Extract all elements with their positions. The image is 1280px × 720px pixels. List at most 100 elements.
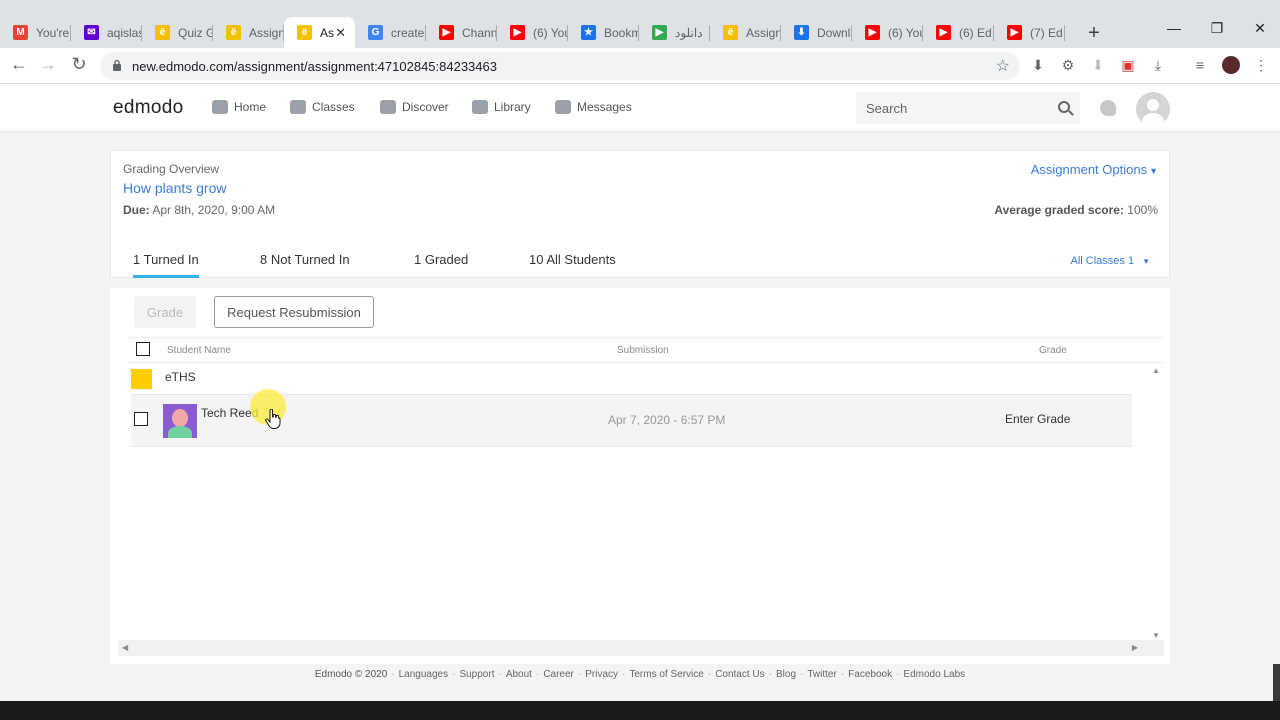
reload-button[interactable]: ↻: [67, 54, 91, 75]
footer-link[interactable]: Edmodo Labs: [903, 669, 965, 680]
submission-time: Apr 7, 2020 - 6:57 PM: [608, 413, 726, 427]
footer-separator: ·: [707, 669, 712, 680]
tab-not-turned-in[interactable]: 8 Not Turned In: [260, 252, 350, 267]
browser-tab[interactable]: ë As ✕: [284, 17, 355, 48]
notification-bell-icon[interactable]: [1100, 100, 1116, 116]
footer-link[interactable]: Blog: [776, 669, 796, 680]
horizontal-scrollbar[interactable]: ◀ ▶: [118, 640, 1164, 656]
browser-tab[interactable]: ▶ (6) You: [852, 17, 923, 48]
new-tab-button[interactable]: +: [1084, 22, 1104, 45]
scroll-down-icon[interactable]: ▼: [1152, 631, 1160, 640]
browser-tab[interactable]: ë Quiz G: [142, 17, 213, 48]
browser-tab[interactable]: M You're: [0, 17, 71, 48]
footer-separator: ·: [622, 669, 626, 680]
close-window-button[interactable]: ✕: [1250, 20, 1270, 37]
forward-button[interactable]: →: [36, 54, 60, 75]
browser-tab[interactable]: ▶ (6) Ed: [923, 17, 994, 48]
group-name: eTHS: [165, 370, 196, 384]
grading-overview-panel: Grading Overview How plants grow Due: Ap…: [110, 150, 1170, 278]
column-submission[interactable]: Submission: [617, 345, 669, 356]
search-icon[interactable]: [1058, 101, 1070, 113]
browser-tab[interactable]: ë Assign: [710, 17, 781, 48]
tab-title: Assign: [249, 25, 284, 40]
request-resubmission-button[interactable]: Request Resubmission: [214, 296, 374, 328]
nav-messages[interactable]: Messages: [555, 100, 632, 114]
assignment-options-dropdown[interactable]: Assignment Options ▼: [1031, 162, 1158, 177]
bookmark-star-icon[interactable]: ☆: [996, 56, 1010, 76]
edmodo-logo[interactable]: edmodo: [113, 97, 183, 119]
yahoo-mail-icon: ✉: [84, 25, 99, 40]
page-scrollbar-thumb[interactable]: [1273, 664, 1280, 701]
browser-tab[interactable]: ✉ aqislas: [71, 17, 142, 48]
nav-library[interactable]: Library: [472, 100, 531, 114]
tab-graded[interactable]: 1 Graded: [414, 252, 468, 267]
nav-discover[interactable]: Discover: [380, 100, 449, 114]
footer-copyright: Edmodo © 2020: [314, 669, 388, 680]
browser-tab[interactable]: ▶ دانلود: [639, 17, 710, 48]
minimize-button[interactable]: —: [1164, 20, 1184, 36]
tab-title: (6) Ed: [959, 25, 992, 40]
playlist-icon[interactable]: ≡: [1192, 57, 1208, 73]
footer-link[interactable]: Contact Us: [715, 669, 764, 680]
tab-all-students[interactable]: 10 All Students: [529, 252, 616, 267]
row-checkbox[interactable]: [134, 412, 148, 426]
tab-turned-in[interactable]: 1 Turned In: [133, 252, 199, 278]
scroll-right-icon[interactable]: ▶: [1132, 643, 1138, 652]
browser-tab[interactable]: ▶ (6) You: [497, 17, 568, 48]
nav-home[interactable]: Home: [212, 100, 266, 114]
tab-title: As: [320, 25, 335, 40]
close-tab-icon[interactable]: ✕: [335, 25, 346, 41]
group-color-badge: [131, 369, 152, 389]
chrome-menu-icon[interactable]: ⋮: [1253, 57, 1269, 73]
status-tabs: 1 Turned In 8 Not Turned In 1 Graded 10 …: [111, 247, 1169, 278]
footer-separator: ·: [896, 669, 900, 680]
nav-classes[interactable]: Classes: [290, 100, 355, 114]
footer-link[interactable]: About: [506, 669, 532, 680]
assignment-title[interactable]: How plants grow: [123, 180, 227, 196]
column-grade[interactable]: Grade: [1039, 345, 1067, 356]
downloads-icon[interactable]: ⤓: [1150, 57, 1166, 73]
tab-title: aqislas: [107, 25, 142, 40]
footer-link[interactable]: Privacy: [585, 669, 618, 680]
vertical-scrollbar[interactable]: ▲ ▼: [1148, 364, 1164, 640]
user-avatar[interactable]: [1136, 92, 1170, 126]
tab-title: You're: [36, 25, 70, 40]
download-ext-icon[interactable]: ⬇: [1030, 57, 1046, 73]
footer-link[interactable]: Twitter: [807, 669, 836, 680]
download-ext-icon[interactable]: ⬇: [1090, 57, 1106, 73]
browser-tab[interactable]: ▶ Chann: [426, 17, 497, 48]
due-label: Due:: [123, 203, 150, 217]
profile-avatar-icon[interactable]: [1222, 56, 1240, 74]
home-icon: [212, 100, 228, 114]
browser-tab[interactable]: ★ Bookm: [568, 17, 639, 48]
footer-link[interactable]: Facebook: [848, 669, 892, 680]
lock-icon: [113, 59, 121, 71]
footer-separator: ·: [391, 669, 395, 680]
footer-link[interactable]: Career: [543, 669, 574, 680]
class-filter-dropdown[interactable]: All Classes 1 ▼: [1071, 255, 1151, 267]
browser-tab[interactable]: ë Assign: [213, 17, 284, 48]
browser-tab[interactable]: ⬇ Downl: [781, 17, 852, 48]
restore-button[interactable]: ❐: [1207, 20, 1227, 37]
back-button[interactable]: ←: [7, 54, 31, 75]
browser-tab[interactable]: ▶ (7) Ed: [994, 17, 1065, 48]
column-student-name[interactable]: Student Name: [167, 345, 231, 356]
tab-title: Quiz G: [178, 25, 213, 40]
extension-gear-icon[interactable]: ⚙: [1060, 57, 1076, 73]
scroll-left-icon[interactable]: ◀: [122, 643, 128, 652]
scroll-up-icon[interactable]: ▲: [1152, 366, 1160, 375]
select-all-checkbox[interactable]: [136, 342, 150, 356]
tab-title: (6) You: [533, 25, 568, 40]
url-bar[interactable]: new.edmodo.com/assignment/assignment:471…: [100, 52, 1020, 80]
browser-tab[interactable]: Gcreate: [355, 17, 426, 48]
gmail-icon: M: [13, 25, 28, 40]
pocket-icon[interactable]: ▣: [1120, 57, 1136, 73]
footer-link[interactable]: Languages: [399, 669, 449, 680]
enter-grade-link[interactable]: Enter Grade: [1005, 412, 1070, 426]
footer-link[interactable]: Terms of Service: [629, 669, 703, 680]
footer-separator: ·: [498, 669, 502, 680]
search-input[interactable]: Search: [856, 92, 1080, 124]
grade-button[interactable]: Grade: [134, 296, 196, 328]
footer-link[interactable]: Support: [459, 669, 494, 680]
youtube-icon: ▶: [439, 25, 454, 40]
